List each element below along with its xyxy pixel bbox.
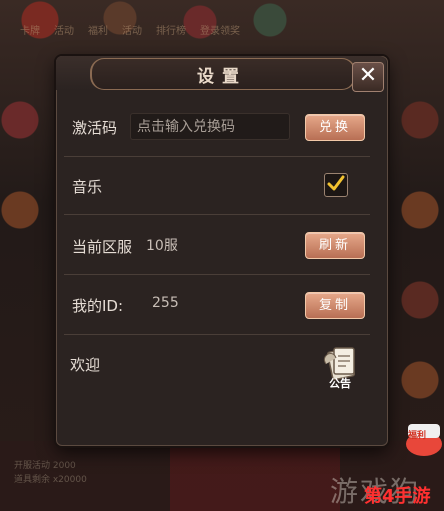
copy-button[interactable]: 复制 [305,292,365,319]
redeem-code-input[interactable] [130,113,290,140]
divider [64,214,370,215]
bg-menu-label: 福利 [88,26,108,37]
server-value: 10服 [146,238,178,254]
bg-menu-label: 登录领奖 [200,26,240,37]
redeem-button[interactable]: 兑换 [305,114,365,141]
user-id-label: 我的ID: [72,297,124,315]
close-button[interactable]: ✕ [352,62,384,92]
refresh-button[interactable]: 刷新 [305,232,365,259]
background-bottom-text: 开服活动 2000 道具剩余 x20000 [14,459,87,487]
background-top-menu: 卡牌 活动 福利 活动 排行榜 登录领奖 [0,22,444,38]
welcome-label: 欢迎 [70,356,101,374]
server-label: 当前区服 [72,238,133,256]
bg-menu-label: 活动 [54,26,74,37]
divider [64,156,370,157]
gift-badge-label: 福利 [408,431,427,441]
divider [64,274,370,275]
bg-menu-label: 排行榜 [156,26,186,37]
checkmark-icon [327,175,345,191]
notice-label: 公告 [329,377,351,390]
watermark-red: 第4手游 [364,486,431,507]
music-checkbox[interactable] [324,173,348,197]
activation-label: 激活码 [72,119,118,137]
bg-menu-label: 活动 [122,26,142,37]
divider [64,334,370,335]
music-label: 音乐 [72,178,103,196]
user-id-value: 255 [152,295,179,311]
close-icon: ✕ [358,63,378,88]
bg-bottom-line: 道具剩余 x20000 [14,475,87,485]
bg-bottom-line: 开服活动 2000 [14,461,76,471]
bg-menu-label: 卡牌 [20,26,40,37]
